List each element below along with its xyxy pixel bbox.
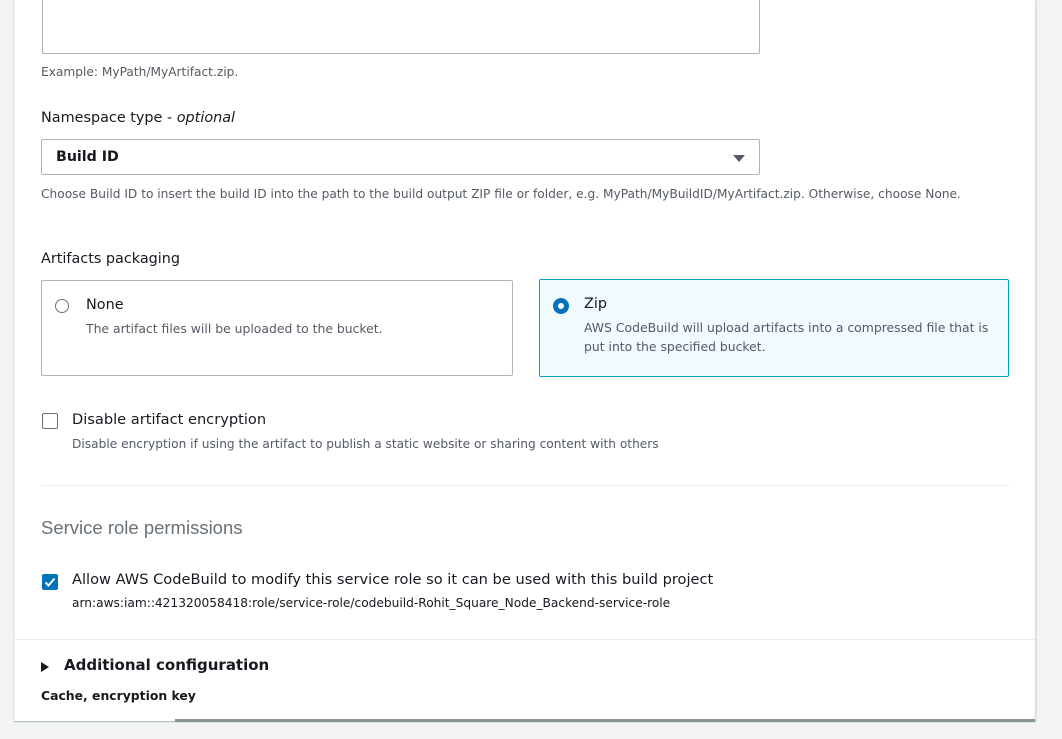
checkmark-icon bbox=[44, 577, 56, 587]
caret-down-icon bbox=[733, 155, 745, 162]
allow-modify-role-checkbox[interactable] bbox=[42, 574, 58, 590]
service-role-header: Service role permissions bbox=[41, 517, 243, 538]
disable-encryption-description: Disable encryption if using the artifact… bbox=[72, 437, 659, 451]
packaging-option-title: None bbox=[86, 297, 124, 313]
scroll-indicator bbox=[175, 719, 1035, 722]
namespace-label: Namespace type - optional bbox=[41, 110, 235, 126]
divider bbox=[41, 485, 1009, 486]
namespace-select[interactable]: Build ID bbox=[41, 139, 760, 175]
service-role-arn: arn:aws:iam::421320058418:role/service-r… bbox=[72, 596, 671, 610]
packaging-label: Artifacts packaging bbox=[41, 251, 181, 267]
namespace-selected-value: Build ID bbox=[56, 149, 119, 165]
packaging-option-description: The artifact files will be uploaded to t… bbox=[86, 321, 383, 336]
artifact-path-input[interactable] bbox=[42, 0, 760, 54]
namespace-label-text: Namespace type - bbox=[41, 110, 177, 126]
packaging-option-none[interactable]: None The artifact files will be uploaded… bbox=[41, 280, 513, 376]
namespace-label-optional: optional bbox=[176, 110, 236, 126]
caret-right-icon[interactable] bbox=[41, 662, 49, 672]
radio-selected-icon[interactable] bbox=[553, 298, 569, 314]
namespace-hint: Choose Build ID to insert the build ID i… bbox=[41, 187, 961, 201]
artifact-path-hint: Example: MyPath/MyArtifact.zip. bbox=[41, 65, 239, 79]
artifacts-panel: Example: MyPath/MyArtifact.zip. Namespac… bbox=[14, 0, 1036, 721]
disable-encryption-label[interactable]: Disable artifact encryption bbox=[72, 411, 266, 428]
additional-configuration-description: Cache, encryption key bbox=[41, 688, 196, 703]
packaging-option-zip[interactable]: Zip AWS CodeBuild will upload artifacts … bbox=[539, 279, 1009, 377]
disable-encryption-checkbox[interactable] bbox=[42, 413, 58, 429]
divider bbox=[15, 639, 1035, 640]
allow-modify-role-label[interactable]: Allow AWS CodeBuild to modify this servi… bbox=[72, 571, 713, 588]
radio-unselected-icon[interactable] bbox=[55, 299, 69, 313]
packaging-option-description: AWS CodeBuild will upload artifacts into… bbox=[584, 320, 989, 354]
additional-configuration-title[interactable]: Additional configuration bbox=[64, 656, 269, 674]
packaging-option-title: Zip bbox=[584, 296, 607, 312]
